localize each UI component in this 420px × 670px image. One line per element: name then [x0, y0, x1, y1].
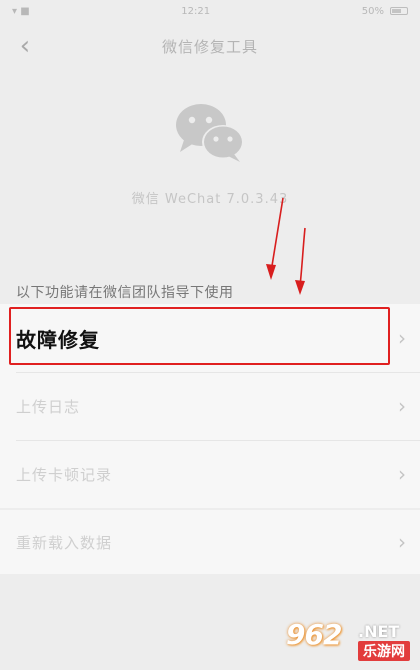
upload-lag-record-item[interactable]: 上传卡顿记录 › [0, 440, 420, 508]
watermark-number: 962 [286, 618, 342, 651]
reload-group: 重新载入数据 › [0, 510, 420, 574]
status-time: 12:21 [181, 5, 211, 17]
site-watermark: 962 .NET 乐游网 [286, 616, 416, 662]
upload-log-label: 上传日志 [16, 397, 81, 416]
nav-bar: ‹ 微信修复工具 [0, 24, 420, 68]
arrow-2-icon [295, 227, 306, 295]
fault-repair-item[interactable]: 故障修复 › [0, 304, 420, 372]
back-button[interactable]: ‹ [10, 30, 40, 62]
watermark-sub: 乐游网 [358, 641, 410, 661]
upload-lag-record-label: 上传卡顿记录 [16, 465, 113, 484]
tools-group: 故障修复 › 上传日志 › 上传卡顿记录 › [0, 304, 420, 508]
arrow-1-icon [266, 197, 284, 280]
app-version: 微信 WeChat 7.0.3.43 [131, 192, 289, 207]
upload-log-item[interactable]: 上传日志 › [0, 372, 420, 440]
watermark-net: .NET [358, 622, 400, 641]
status-bar: ▾ ■ 12:21 50% [0, 0, 420, 22]
hint-text: 以下功能请在微信团队指导下使用 [16, 285, 234, 301]
chevron-right-icon: › [398, 462, 406, 486]
reload-data-item[interactable]: 重新载入数据 › [0, 510, 420, 574]
fault-repair-label: 故障修复 [16, 327, 100, 352]
battery-icon [390, 7, 408, 15]
back-icon: ‹ [19, 31, 31, 61]
chevron-right-icon: › [398, 394, 406, 418]
page-title: 微信修复工具 [161, 37, 258, 56]
status-right: 50% [362, 6, 408, 17]
reload-data-label: 重新载入数据 [16, 533, 113, 552]
battery-percent: 50% [361, 5, 384, 17]
status-signal: ▾ ■ [12, 5, 30, 17]
chevron-right-icon: › [398, 530, 406, 554]
chevron-right-icon: › [398, 326, 406, 350]
wechat-logo-icon [170, 98, 250, 166]
